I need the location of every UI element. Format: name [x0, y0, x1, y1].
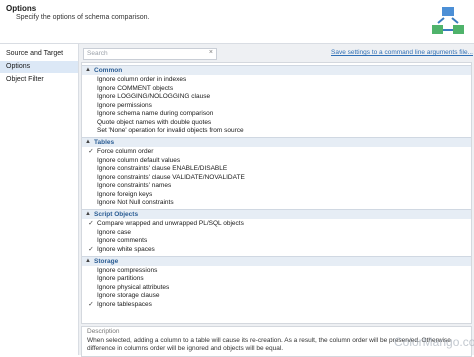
watermark: ColorMango.com [394, 335, 474, 349]
option-label: Ignore partitions [97, 275, 144, 282]
collapse-icon[interactable]: ▲ [85, 67, 91, 73]
option-label: Ignore white spaces [97, 245, 155, 253]
section-label: Common [94, 67, 123, 74]
option-checkbox[interactable] [88, 238, 94, 244]
left-nav: Source and Target Options Object Filter [0, 44, 79, 355]
option-label: Force column order [97, 148, 154, 155]
option-checkbox[interactable] [88, 200, 94, 206]
option-checkbox[interactable] [88, 77, 94, 83]
option-checkbox[interactable] [88, 175, 94, 181]
section-header[interactable]: ▲ Storage [82, 255, 471, 266]
option-row[interactable]: Ignore case [82, 229, 471, 238]
option-row[interactable]: Ignore compressions [82, 267, 471, 276]
option-row[interactable]: ✓ Force column order [82, 148, 471, 157]
option-label: Ignore physical attributes [97, 283, 170, 291]
option-row[interactable]: Ignore comments [82, 237, 471, 246]
option-label: Ignore constraints' clause VALIDATE/NOVA… [97, 173, 245, 181]
option-row[interactable]: Ignore foreign keys [82, 191, 471, 200]
option-row[interactable]: Set 'None' operation for invalid objects… [82, 127, 471, 136]
section-label: Storage [94, 257, 119, 265]
option-row[interactable]: Ignore constraints' clause VALIDATE/NOVA… [82, 174, 471, 183]
option-checkbox[interactable] [88, 293, 94, 299]
nav-item-options[interactable]: Options [0, 61, 78, 73]
nav-item-source-and-target[interactable]: Source and Target [0, 48, 78, 60]
option-row[interactable]: Ignore physical attributes [82, 284, 471, 293]
option-label: Ignore Not Null constraints [97, 199, 174, 206]
option-checkbox[interactable]: ✓ [88, 220, 94, 227]
option-row[interactable]: Ignore permissions [82, 102, 471, 111]
option-checkbox[interactable] [88, 86, 94, 92]
option-row[interactable]: Quote object names with double quotes [82, 119, 471, 128]
option-label: Ignore constraints' clause ENABLE/DISABL… [97, 165, 228, 172]
option-checkbox[interactable] [88, 192, 94, 198]
description-heading: Description [87, 328, 120, 335]
schema-compare-icon [432, 7, 464, 34]
option-row[interactable]: Ignore COMMENT objects [82, 85, 471, 94]
option-row[interactable]: Ignore column order in indexes [82, 76, 471, 85]
option-label: Ignore comments [97, 237, 148, 244]
section-label: Tables [94, 139, 115, 146]
option-label: Ignore foreign keys [97, 190, 153, 198]
option-checkbox[interactable]: ✓ [88, 148, 94, 155]
option-checkbox[interactable] [88, 276, 94, 282]
option-row[interactable]: ✓ Ignore tablespaces [82, 301, 471, 310]
option-checkbox[interactable] [88, 103, 94, 109]
close-icon[interactable]: × [209, 49, 213, 56]
option-row[interactable]: Ignore constraints' names [82, 182, 471, 191]
nav-item-object-filter[interactable]: Object Filter [0, 74, 78, 86]
option-label: Ignore schema name during comparison [97, 110, 214, 117]
option-checkbox[interactable] [88, 166, 94, 172]
option-row[interactable]: Ignore column default values [82, 157, 471, 166]
option-label: Ignore compressions [97, 266, 158, 274]
option-label: Ignore COMMENT objects [97, 84, 174, 92]
collapse-icon[interactable]: ▲ [85, 139, 91, 145]
option-row[interactable]: ✓ Ignore white spaces [82, 246, 471, 255]
section-label: Script Objects [94, 211, 139, 218]
option-row[interactable]: Ignore Not Null constraints [82, 199, 471, 208]
option-checkbox[interactable] [88, 285, 94, 291]
search-input[interactable]: Search × [83, 48, 217, 60]
options-list: ▲ Common Ignore column order in indexes Ign… [81, 62, 472, 324]
option-checkbox[interactable] [88, 230, 94, 236]
section-header[interactable]: ▲ Common [82, 65, 471, 75]
option-checkbox[interactable] [88, 120, 94, 126]
option-label: Ignore tablespaces [97, 300, 152, 308]
options-panel: Search × Save settings to a command line… [79, 44, 474, 357]
header: Options Specify the options of schema co… [0, 0, 474, 44]
section-header[interactable]: ▲ Tables [82, 137, 471, 147]
option-label: Quote object names with double quotes [97, 118, 212, 126]
option-row[interactable]: ✓ Compare wrapped and unwrapped PL/SQL ob… [82, 220, 471, 229]
save-settings-link[interactable]: Save settings to a command line argument… [331, 49, 473, 56]
option-label: Set 'None' operation for invalid objects… [97, 127, 244, 134]
option-label: Ignore column default values [97, 156, 181, 164]
section-header[interactable]: ▲ Script Objects [82, 209, 471, 219]
option-label: Ignore case [97, 228, 131, 236]
option-row[interactable]: Ignore LOGGING/NOLOGGING clause [82, 93, 471, 102]
option-checkbox[interactable] [88, 183, 94, 189]
option-label: Ignore permissions [97, 101, 152, 109]
option-row[interactable]: Ignore constraints' clause ENABLE/DISABL… [82, 165, 471, 174]
option-row[interactable]: Ignore partitions [82, 275, 471, 284]
option-checkbox[interactable] [88, 158, 94, 164]
option-checkbox[interactable]: ✓ [88, 246, 94, 253]
option-row[interactable]: Ignore schema name during comparison [82, 110, 471, 119]
collapse-icon[interactable]: ▲ [85, 258, 91, 264]
option-checkbox[interactable] [88, 128, 94, 134]
search-placeholder: Search [87, 50, 108, 57]
option-label: Ignore constraints' names [97, 182, 172, 189]
page-subtitle: Specify the options of schema comparison… [16, 14, 150, 21]
option-label: Ignore storage clause [97, 292, 160, 299]
option-label: Compare wrapped and unwrapped PL/SQL obj… [97, 220, 244, 227]
option-checkbox[interactable] [88, 111, 94, 117]
option-row[interactable]: Ignore storage clause [82, 292, 471, 301]
collapse-icon[interactable]: ▲ [85, 211, 91, 217]
option-checkbox[interactable] [88, 94, 94, 100]
option-label: Ignore column order in indexes [97, 76, 187, 83]
page-title: Options [6, 4, 37, 13]
option-label: Ignore LOGGING/NOLOGGING clause [97, 93, 211, 100]
option-checkbox[interactable] [88, 268, 94, 274]
option-checkbox[interactable]: ✓ [88, 301, 94, 308]
